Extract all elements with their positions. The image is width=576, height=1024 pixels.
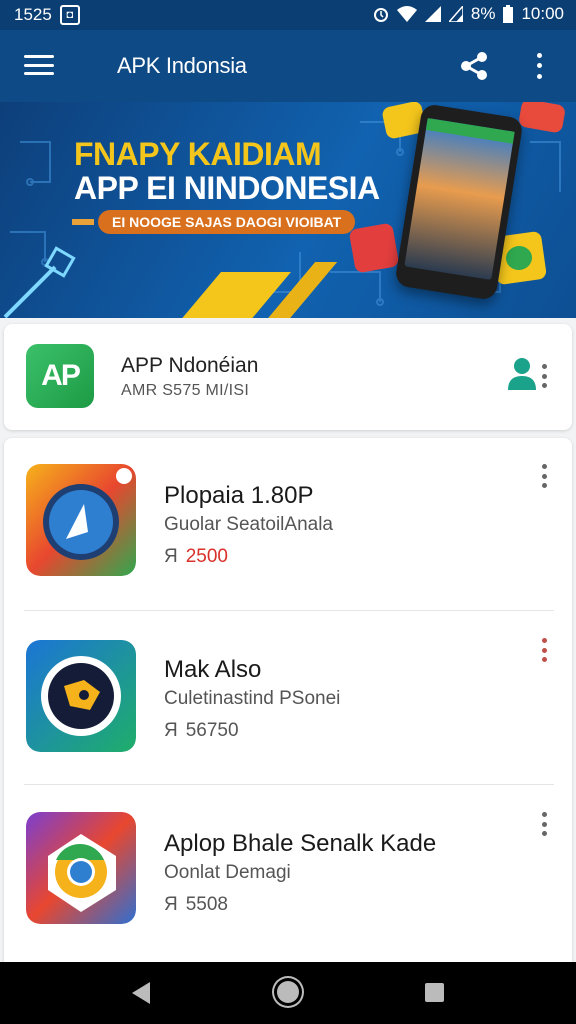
- home-icon[interactable]: [277, 981, 299, 1003]
- compass-app-icon: [26, 464, 136, 576]
- featured-app-card[interactable]: AP APP Ndonéian AMR S575 MI/ISI: [4, 324, 572, 430]
- app-developer: Culetinastind PSonei: [164, 688, 341, 709]
- share-icon[interactable]: [458, 50, 490, 82]
- app-more-icon[interactable]: [539, 464, 549, 488]
- signal-2-icon: [448, 6, 463, 22]
- app-price: Я 2500: [164, 546, 228, 568]
- wand-icon: [3, 246, 76, 318]
- featured-more-icon[interactable]: [539, 364, 549, 388]
- status-right: 8% 10:00: [373, 4, 564, 24]
- featured-subtitle: AMR S575 MI/ISI: [121, 382, 250, 399]
- hamburger-menu-icon[interactable]: [24, 52, 54, 78]
- status-clock: 10:00: [521, 4, 564, 23]
- price-value: 2500: [185, 546, 229, 567]
- more-vertical-icon[interactable]: [528, 50, 550, 82]
- battery-percent: 8%: [470, 4, 496, 23]
- recents-icon[interactable]: [425, 983, 444, 1002]
- list-item[interactable]: Aplop Bhale Senalk Kade Oonlat Demagi Я …: [4, 786, 572, 960]
- banner-tagline: EI NOOGE SAJAS DAOGI VIOIBAT: [98, 210, 356, 234]
- divider: [24, 784, 554, 785]
- chrome-app-icon: [26, 812, 136, 924]
- app-title: APK Indonsia: [117, 53, 247, 78]
- app-name: Mak Also: [164, 656, 262, 683]
- price-value: 56750: [185, 720, 239, 741]
- status-time: 1525: [14, 5, 52, 24]
- featured-title: APP Ndonéian: [121, 354, 259, 377]
- app-name: Plopaia 1.80P: [164, 482, 314, 509]
- promo-banner[interactable]: FNAPY KAIDIAM APP EI NINDONESIA EI NOOGE…: [0, 102, 576, 318]
- back-icon[interactable]: [132, 982, 150, 1004]
- alarm-icon: [373, 8, 388, 22]
- app-price: Я 5508: [164, 894, 228, 916]
- app-name: Aplop Bhale Senalk Kade: [164, 830, 437, 857]
- battery-icon: [503, 5, 514, 23]
- featured-app-icon: AP: [26, 344, 94, 408]
- price-prefix: Я: [164, 894, 178, 915]
- app-more-icon[interactable]: [539, 638, 549, 662]
- banner-tag-accent: [72, 219, 94, 225]
- app-price: Я 56750: [164, 720, 239, 742]
- floating-app-tile-icon: [348, 222, 400, 274]
- banner-headline-1: FNAPY KAIDIAM: [74, 136, 322, 172]
- app-more-icon[interactable]: [539, 812, 549, 836]
- status-bar: 1525 ◘ 8% 10:00: [0, 0, 576, 30]
- price-prefix: Я: [164, 720, 178, 741]
- list-item[interactable]: Mak Also Culetinastind PSonei Я 56750: [4, 612, 572, 786]
- app-developer: Guolar SeatoilAnala: [164, 514, 333, 535]
- user-icon[interactable]: [506, 356, 538, 390]
- app-bar: APK Indonsia: [0, 30, 576, 102]
- app-developer: Oonlat Demagi: [164, 862, 291, 883]
- signal-icon: [424, 6, 441, 22]
- system-nav-bar: [0, 962, 576, 1024]
- status-left: 1525 ◘: [14, 5, 80, 25]
- price-value: 5508: [185, 894, 229, 915]
- fox-app-icon: [26, 640, 136, 752]
- app-list: Plopaia 1.80P Guolar SeatoilAnala Я 2500…: [4, 438, 572, 962]
- price-prefix: Я: [164, 546, 178, 567]
- wifi-icon: [396, 6, 417, 22]
- divider: [24, 610, 554, 611]
- banner-headline-2: APP EI NINDONESIA: [74, 170, 380, 206]
- featured-icon-text: AP: [41, 359, 81, 392]
- notification-box-icon: ◘: [59, 5, 80, 25]
- list-item[interactable]: Plopaia 1.80P Guolar SeatoilAnala Я 2500: [4, 438, 572, 612]
